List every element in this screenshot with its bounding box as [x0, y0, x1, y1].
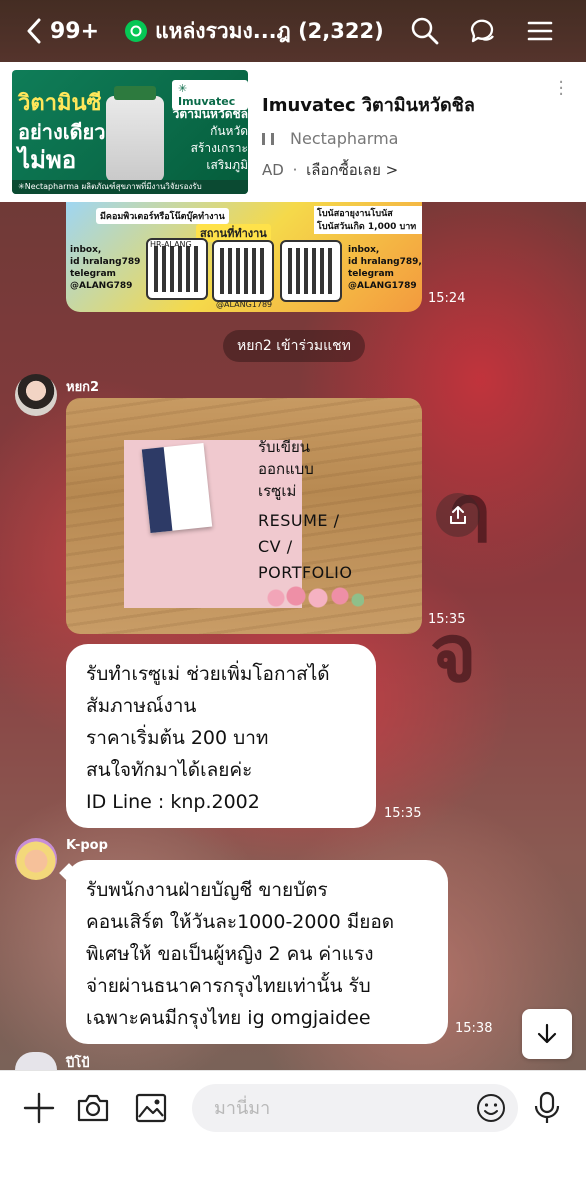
avatar[interactable] [15, 374, 57, 416]
ad-title[interactable]: Imuvatec วิตามินหวัดชิล [262, 90, 475, 119]
ad-image[interactable]: วิตามินซี อย่างเดียว ไม่พอ ✳ Imuvatec วิ… [12, 70, 248, 194]
system-message: หยก2 เข้าร่วมแชท [223, 330, 365, 362]
image-message[interactable]: รับเขียน ออกแบบ เรซูเม่ RESUME / CV / PO… [66, 398, 422, 634]
sender-name: หยก2 [66, 380, 100, 395]
ad-product-line: วิตามินหวัดชิล [172, 107, 248, 121]
ad-label: AD [262, 161, 284, 179]
product-bottle [106, 86, 164, 182]
qr-caption: HR-ALANG [150, 240, 192, 249]
arrow-down-icon [537, 1023, 557, 1044]
ad-meta: AD · เลือกซื้อเลย > [262, 158, 475, 182]
poster-line: PORTFOLIO [258, 563, 353, 582]
message-input-bar [0, 1070, 586, 1200]
chevron-left-icon [27, 18, 41, 44]
message-text-line: สนใจทักมาได้เลยค่ะ [86, 759, 253, 781]
image-text: inbox, [70, 245, 102, 255]
message-time: 15:35 [428, 612, 466, 627]
message-text-line: จ่ายผ่านธนาคารกรุงไทยเท่านั้น รับ [86, 975, 371, 997]
message-text-line: ราคาเริ่มต้น 200 บาท [86, 727, 269, 749]
microphone-icon[interactable] [530, 1091, 564, 1125]
ad-headline-line: วิตามินซี [18, 91, 102, 116]
poster-line: CV / [258, 537, 293, 556]
image-text: inbox, [348, 245, 380, 255]
message-bubble[interactable]: รับพนักงานฝ่ายบัญชี ขายบัตร คอนเสิร์ต ให… [66, 860, 448, 1044]
ad-banner-row[interactable]: วิตามินซี อย่างเดียว ไม่พอ ✳ Imuvatec วิ… [0, 62, 586, 202]
image-text: โบนัสวันเกิด 1,000 บาท [314, 219, 420, 233]
menu-icon[interactable] [526, 16, 556, 46]
ad-separator: · [292, 161, 298, 179]
ad-footer: ✳Nectapharma ผลิตภัณฑ์สุขภาพที่มีงานวิจั… [12, 180, 248, 194]
message-input[interactable] [192, 1084, 518, 1132]
share-icon [450, 506, 466, 524]
poster-line: ออกแบบ [258, 460, 314, 478]
image-text: มีคอมพิวเตอร์หรือโน๊ตบุ๊คทำงาน [96, 208, 229, 224]
advertiser-logo-icon [262, 132, 274, 145]
ad-tag: สร้างเกราะ [190, 141, 248, 155]
image-contact: inbox, id hralang789 telegram @ALANG789 [70, 244, 140, 292]
message-text-line: พิเศษให้ ขอเป็นผู้หญิง 2 คน ค่าแรง [86, 943, 374, 965]
message-time: 15:38 [455, 1021, 493, 1036]
image-text: @ALANG1789 [348, 281, 417, 291]
emoji-icon[interactable] [476, 1093, 506, 1123]
poster-line: RESUME / [258, 511, 340, 530]
ad-headline-line: ไม่พอ [18, 146, 77, 174]
ad-info: Imuvatec วิตามินหวัดชิล Nectapharma AD ·… [262, 90, 475, 182]
unread-count: 99+ [50, 18, 100, 44]
ad-product-text: วิตามินหวัดชิล กันหวัด สร้างเกราะ เสริมภ… [164, 106, 248, 174]
image-contact: inbox, id hralang789, telegram @ALANG178… [348, 244, 422, 292]
back-button[interactable]: 99+ [26, 18, 99, 44]
image-message[interactable]: มีคอมพิวเตอร์หรือโน๊ตบุ๊คทำงาน โบนัสอายุ… [66, 202, 422, 312]
message-time: 15:24 [428, 291, 466, 306]
message-time: 15:35 [384, 806, 422, 821]
chat-header: 99+ แหล่งรวมง...ฎ (2,322) [0, 0, 586, 62]
sender-name: K-pop [66, 838, 108, 853]
image-icon[interactable] [134, 1091, 168, 1125]
image-text: telegram [70, 269, 116, 279]
advertiser-name: Nectapharma [290, 129, 399, 148]
plus-icon[interactable] [22, 1091, 56, 1125]
qr-code [280, 240, 342, 302]
ad-more-icon[interactable]: · · · [558, 74, 564, 104]
share-button[interactable] [436, 493, 480, 537]
ad-cta-link[interactable]: เลือกซื้อเลย > [306, 161, 398, 179]
message-text-line: เฉพาะคนมีกรุงไทย ig omgjaidee [86, 1007, 371, 1029]
background-decor: จ [430, 607, 477, 700]
ad-headline: วิตามินซี อย่างเดียว ไม่พอ [18, 90, 110, 174]
chat-bubbles-icon[interactable] [468, 16, 498, 46]
poster-line: เรซูเม่ [258, 482, 297, 500]
ad-headline-line: อย่างเดียว [18, 120, 106, 144]
message-bubble[interactable]: รับทำเรซูเม่ ช่วยเพิ่มโอกาสได้ สัมภาษณ์ง… [66, 644, 376, 828]
message-text-line: ID Line : knp.2002 [86, 791, 260, 813]
camera-icon[interactable] [76, 1091, 110, 1125]
image-text: id hralang789 [70, 257, 141, 267]
qr-code [212, 240, 274, 302]
image-text: id hralang789, [348, 257, 422, 267]
qr-caption: @ALANG1789 [216, 300, 273, 309]
search-icon[interactable] [410, 16, 440, 46]
image-text: telegram [348, 269, 394, 279]
image-text: @ALANG789 [70, 281, 133, 291]
message-text-line: คอนเสิร์ต ให้วันละ1000-2000 มียอด [86, 911, 395, 933]
flowers-decor [264, 584, 364, 612]
openchat-icon [125, 20, 148, 42]
ad-advertiser: Nectapharma [262, 129, 475, 148]
poster-text: รับเขียน ออกแบบ เรซูเม่ RESUME / CV / PO… [258, 436, 353, 586]
avatar[interactable] [15, 838, 57, 880]
resume-photo [141, 442, 213, 534]
poster-line: รับเขียน [258, 438, 311, 456]
message-text-line: รับพนักงานฝ่ายบัญชี ขายบัตร [86, 879, 328, 901]
message-text-line: สัมภาษณ์งาน [86, 695, 197, 717]
message-text-line: รับทำเรซูเม่ ช่วยเพิ่มโอกาสได้ [86, 663, 330, 685]
group-title[interactable]: แหล่งรวมง...ฎ (2,322) [155, 15, 384, 48]
scroll-to-bottom-button[interactable] [522, 1009, 572, 1059]
ad-tag: กันหวัด [210, 124, 248, 138]
ad-tag: เสริมภูมิ [206, 158, 248, 172]
